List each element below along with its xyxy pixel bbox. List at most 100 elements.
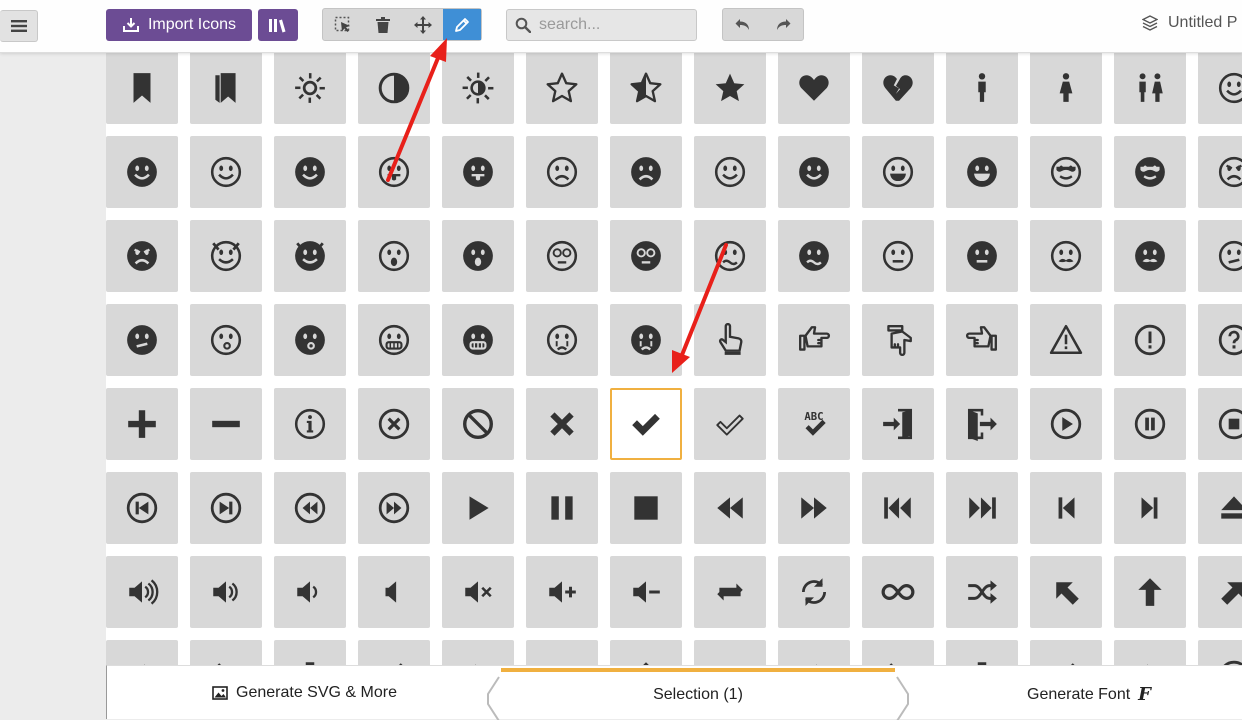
icon-tile-minus[interactable] [190, 388, 262, 460]
icon-tile-confused[interactable] [694, 220, 766, 292]
icon-tile-question[interactable] [1198, 304, 1242, 376]
icon-tile-point-right[interactable] [778, 304, 850, 376]
icon-tile-bookmark[interactable] [106, 53, 178, 124]
icon-tile-hipster[interactable] [1030, 220, 1102, 292]
icon-tile-sleepy2[interactable] [274, 304, 346, 376]
icon-tile-next2[interactable] [1114, 472, 1186, 544]
icon-tile-backward2[interactable] [694, 472, 766, 544]
icon-tile-baffled[interactable] [526, 220, 598, 292]
icon-tile-arrow-down[interactable] [274, 640, 346, 665]
icon-tile-arrow-right2[interactable] [778, 640, 850, 665]
icon-tile-checkmark2[interactable] [694, 388, 766, 460]
icon-tile-hipster2[interactable] [1114, 220, 1186, 292]
icon-tile-circle-up[interactable] [1198, 640, 1242, 665]
icon-tile-star-full[interactable] [694, 53, 766, 124]
icon-tile-forward3[interactable] [778, 472, 850, 544]
generate-font-button[interactable]: Generate Font F [1027, 684, 1151, 705]
icon-tile-heart[interactable] [778, 53, 850, 124]
icon-tile-point-up[interactable] [694, 304, 766, 376]
icon-tile-exit[interactable] [946, 388, 1018, 460]
icon-tile-eject[interactable] [1198, 472, 1242, 544]
icon-tile-cancel-circle[interactable] [358, 388, 430, 460]
redo-button[interactable] [763, 9, 803, 40]
icon-tile-confused2[interactable] [778, 220, 850, 292]
icon-tile-infinite[interactable] [862, 556, 934, 628]
icon-tile-arrow-down-right2[interactable] [862, 640, 934, 665]
icon-tile-sun[interactable] [274, 53, 346, 124]
icon-tile-baffled2[interactable] [610, 220, 682, 292]
icon-tile-stop2[interactable] [610, 472, 682, 544]
icon-tile-pause2[interactable] [526, 472, 598, 544]
icon-tile-blocked[interactable] [442, 388, 514, 460]
icon-tile-sad[interactable] [526, 136, 598, 208]
icon-tile-forward2[interactable] [358, 472, 430, 544]
search-input[interactable] [537, 15, 691, 35]
icon-tile-bookmarks[interactable] [190, 53, 262, 124]
icon-tile-grin2[interactable] [946, 136, 1018, 208]
search-box[interactable] [506, 9, 697, 41]
icon-tile-happy2[interactable] [106, 136, 178, 208]
icon-tile-man[interactable] [946, 53, 1018, 124]
edit-tool-button[interactable] [443, 9, 481, 40]
icon-tile-crying2[interactable] [610, 304, 682, 376]
icon-tile-star-half[interactable] [610, 53, 682, 124]
icon-tile-info[interactable] [274, 388, 346, 460]
icon-tile-backward[interactable] [274, 472, 346, 544]
icon-tile-brightness[interactable] [442, 53, 514, 124]
icon-tile-star-empty[interactable] [526, 53, 598, 124]
icon-tile-last[interactable] [946, 472, 1018, 544]
icon-tile-point-down[interactable] [862, 304, 934, 376]
undo-button[interactable] [723, 9, 763, 40]
icon-tile-frustrated[interactable] [358, 304, 430, 376]
icon-tile-woman[interactable] [1030, 53, 1102, 124]
library-button[interactable] [258, 9, 298, 41]
icon-tile-stop[interactable] [1198, 388, 1242, 460]
delete-tool-button[interactable] [363, 9, 403, 40]
icon-tile-evil[interactable] [190, 220, 262, 292]
icon-tile-sad2[interactable] [610, 136, 682, 208]
icon-tile-loop[interactable] [694, 556, 766, 628]
icon-tile-arrow-right[interactable] [106, 640, 178, 665]
icon-tile-arrow-up2[interactable] [610, 640, 682, 665]
icon-tile-volume-decrease[interactable] [610, 556, 682, 628]
icon-tile-shocked2[interactable] [442, 220, 514, 292]
icon-tile-contrast[interactable] [358, 53, 430, 124]
icon-tile-checkmark[interactable] [610, 388, 682, 460]
generate-svg-button[interactable]: Generate SVG & More [212, 684, 397, 702]
icon-tile-arrow-up-left2[interactable] [526, 640, 598, 665]
icon-tile-cool[interactable] [1030, 136, 1102, 208]
icon-tile-arrow-left2[interactable] [1114, 640, 1186, 665]
icon-tile-arrow-up[interactable] [1114, 556, 1186, 628]
icon-tile-plus[interactable] [106, 388, 178, 460]
icon-tile-heart-broken[interactable] [862, 53, 934, 124]
icon-tile-arrow-down2[interactable] [946, 640, 1018, 665]
icon-tile-grin[interactable] [862, 136, 934, 208]
icon-tile-wink2[interactable] [778, 136, 850, 208]
icon-tile-wink[interactable] [694, 136, 766, 208]
icon-tile-neutral[interactable] [862, 220, 934, 292]
icon-tile-smile[interactable] [190, 136, 262, 208]
icon-tile-cross[interactable] [526, 388, 598, 460]
icon-tile-play3[interactable] [442, 472, 514, 544]
select-tool-button[interactable] [323, 9, 363, 40]
icon-tile-volume-increase[interactable] [526, 556, 598, 628]
icon-tile-angry[interactable] [1198, 136, 1242, 208]
icon-tile-sleepy[interactable] [190, 304, 262, 376]
icon-tile-arrow-up-right[interactable] [1198, 556, 1242, 628]
icon-tile-volume-mute[interactable] [358, 556, 430, 628]
project-title[interactable]: Untitled P [1142, 14, 1237, 32]
icon-tile-arrow-down-right[interactable] [190, 640, 262, 665]
icon-tile-frustrated2[interactable] [442, 304, 514, 376]
icon-tile-point-left[interactable] [946, 304, 1018, 376]
icon-tile-cool2[interactable] [1114, 136, 1186, 208]
icon-tile-warning[interactable] [1030, 304, 1102, 376]
icon-tile-wondering[interactable] [1198, 220, 1242, 292]
icon-tile-loop2[interactable] [778, 556, 850, 628]
icon-tile-angry2[interactable] [106, 220, 178, 292]
icon-tile-arrow-down-left[interactable] [358, 640, 430, 665]
icon-tile-shuffle[interactable] [946, 556, 1018, 628]
move-tool-button[interactable] [403, 9, 443, 40]
icon-tile-enter[interactable] [862, 388, 934, 460]
icon-tile-arrow-down-left2[interactable] [1030, 640, 1102, 665]
icon-tile-volume-mute2[interactable] [442, 556, 514, 628]
